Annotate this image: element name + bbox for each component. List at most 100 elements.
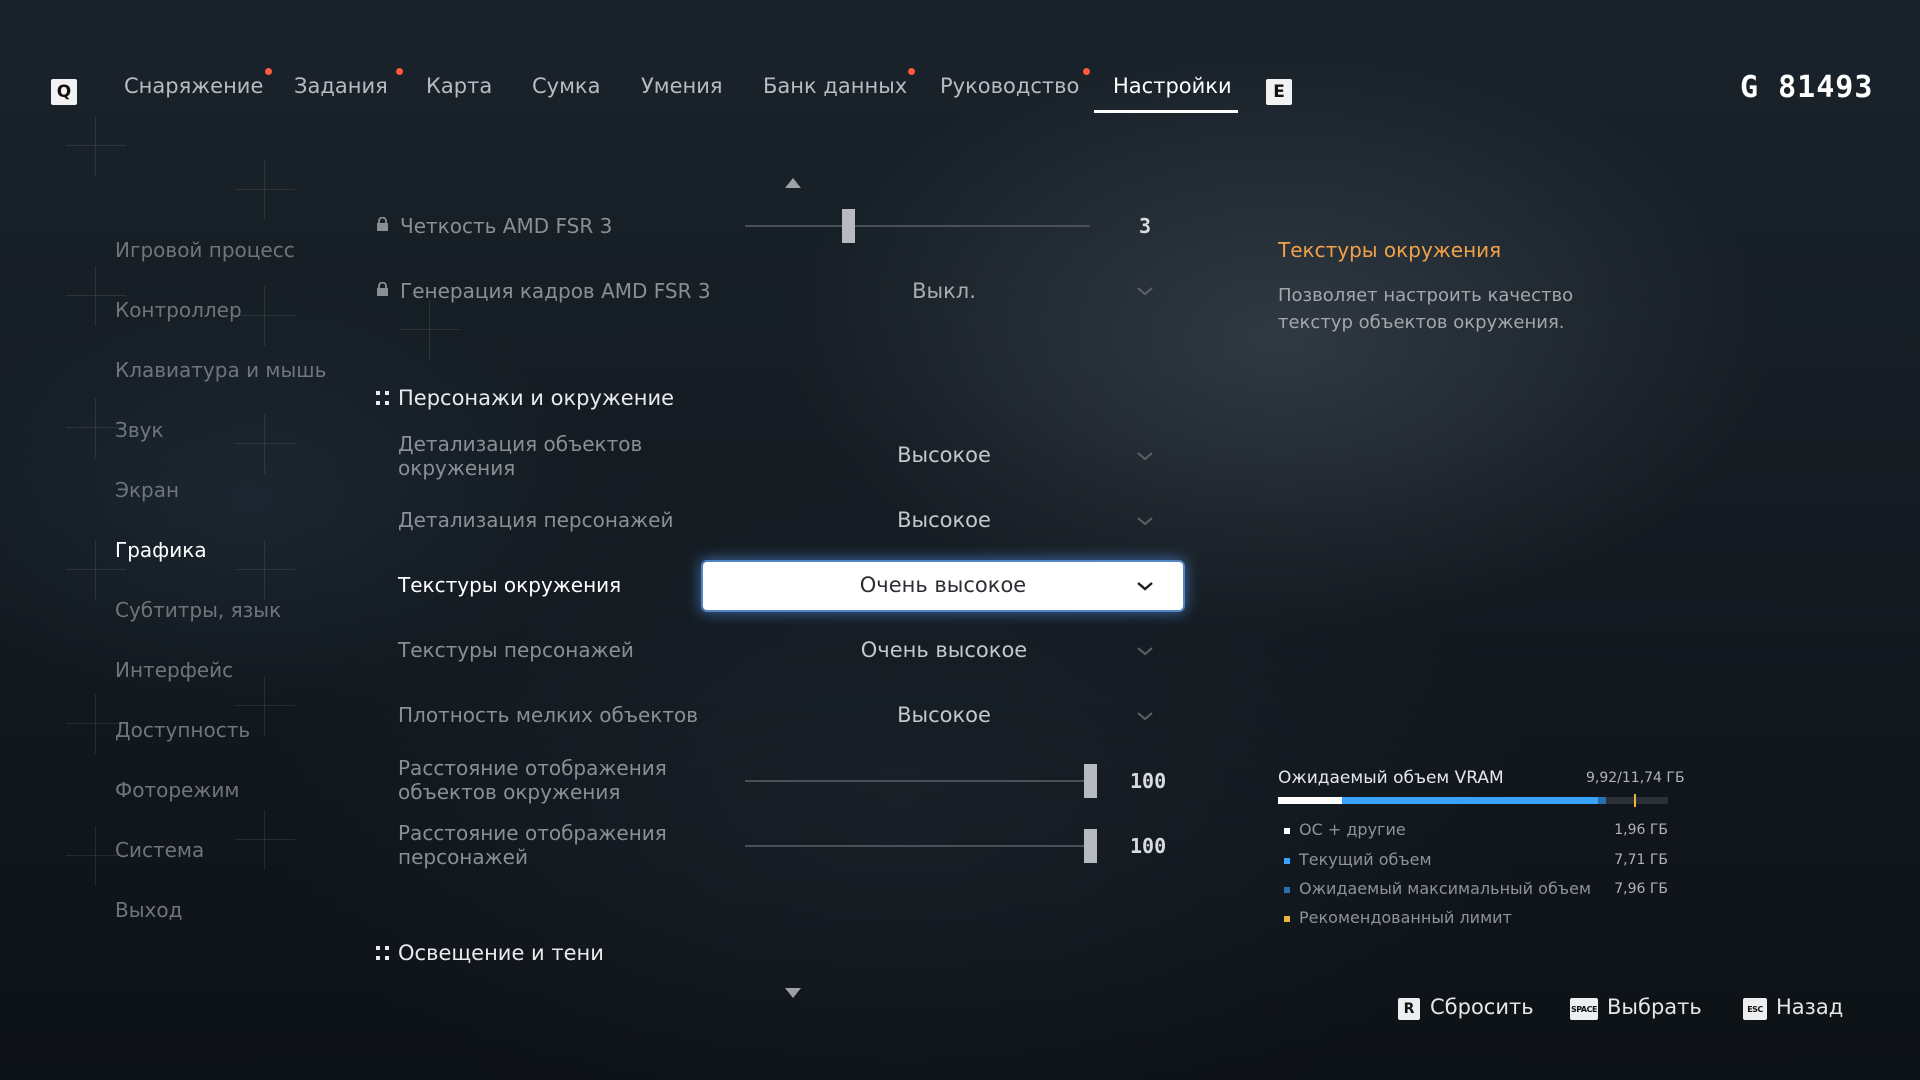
chevron-down-icon <box>1137 452 1153 461</box>
sidebar-item-interface[interactable]: Интерфейс <box>115 658 233 682</box>
env-textures-label: Текстуры окружения <box>398 573 622 597</box>
char-detail-dropdown[interactable]: Высокое <box>709 508 1179 532</box>
vram-unit: ГБ <box>1649 822 1668 838</box>
chevron-down-icon <box>1137 647 1153 656</box>
section-icon <box>376 391 390 407</box>
env-distance-label-line2: объектов окружения <box>398 780 621 804</box>
lock-icon <box>377 217 388 231</box>
vram-unit: ГБ <box>1666 770 1685 786</box>
tab-quests[interactable]: Задания <box>294 74 388 98</box>
chevron-down-icon <box>1137 712 1153 721</box>
vram-unit: ГБ <box>1649 881 1668 897</box>
vram-usage-bar <box>1278 794 1668 807</box>
legend-os-label: ОС + другие <box>1299 820 1406 839</box>
env-distance-label-line1: Расстояние отображения <box>398 756 667 780</box>
back-button[interactable]: Назад <box>1776 995 1843 1019</box>
sidebar-item-keyboard-mouse[interactable]: Клавиатура и мышь <box>115 358 326 382</box>
sidebar-item-system[interactable]: Система <box>115 838 204 862</box>
vram-title: Ожидаемый объем VRAM <box>1278 768 1504 788</box>
legend-max-label: Ожидаемый максимальный объем <box>1299 879 1592 898</box>
tab-databank[interactable]: Банк данных <box>763 74 907 98</box>
notification-dot <box>908 68 915 75</box>
sidebar-item-photomode[interactable]: Фоторежим <box>115 778 239 802</box>
legend-current-label: Текущий объем <box>1299 850 1432 869</box>
scroll-up-arrow[interactable] <box>785 178 801 188</box>
sidebar-item-subtitles-language[interactable]: Субтитры, язык <box>115 598 281 622</box>
legend-os-number: 1,96 <box>1614 822 1646 838</box>
legend-max-value: 7,96 ГБ <box>1580 881 1668 897</box>
sidebar-item-accessibility[interactable]: Доступность <box>115 718 250 742</box>
vram-current-segment <box>1342 797 1598 804</box>
decor-crosshair <box>66 116 126 176</box>
fsr-sharpness-label: Четкость AMD FSR 3 <box>400 214 613 238</box>
fsr-sharpness-slider[interactable] <box>745 225 1090 227</box>
legend-limit-label: Рекомендованный лимит <box>1299 908 1512 927</box>
slider-handle[interactable] <box>1083 829 1097 863</box>
char-distance-value: 100 <box>1130 834 1167 858</box>
section-lighting-shadows: Освещение и тени <box>398 941 604 965</box>
env-textures-dropdown[interactable]: Очень высокое <box>703 562 1183 610</box>
tab-guide[interactable]: Руководство <box>940 74 1079 98</box>
tab-equipment[interactable]: Снаряжение <box>124 74 263 98</box>
esc-key-icon: ESC <box>1743 998 1767 1020</box>
char-distance-label: Расстояние отображения персонажей <box>398 821 667 869</box>
small-density-dropdown[interactable]: Высокое <box>709 703 1179 727</box>
sidebar-item-controller[interactable]: Контроллер <box>115 298 242 322</box>
lock-icon <box>377 282 388 296</box>
tab-settings[interactable]: Настройки <box>1113 74 1232 98</box>
decor-crosshair <box>235 810 295 870</box>
tab-bag[interactable]: Сумка <box>532 74 601 98</box>
prev-tab-key[interactable]: Q <box>51 79 77 105</box>
env-detail-label: Детализация объектов окружения <box>398 432 642 480</box>
char-textures-dropdown[interactable]: Очень высокое <box>709 638 1179 662</box>
env-distance-value: 100 <box>1130 769 1167 793</box>
scroll-down-arrow[interactable] <box>785 988 801 998</box>
tab-map[interactable]: Карта <box>426 74 492 98</box>
decor-crosshair <box>400 300 460 360</box>
env-textures-value: Очень высокое <box>859 573 1027 597</box>
env-detail-label-line1: Детализация объектов <box>398 432 643 456</box>
sidebar-item-sound[interactable]: Звук <box>115 418 164 442</box>
vram-os-segment <box>1278 797 1342 804</box>
info-description: Позволяет настроить качество текстур объ… <box>1278 285 1574 333</box>
legend-square <box>1284 858 1290 864</box>
slider-handle[interactable] <box>842 209 855 243</box>
env-detail-dropdown[interactable]: Высокое <box>709 443 1179 467</box>
char-distance-label-line2: персонажей <box>398 845 528 869</box>
reset-button[interactable]: Сбросить <box>1430 995 1534 1019</box>
decor-crosshair <box>235 414 295 474</box>
info-title: Текстуры окружения <box>1278 238 1502 262</box>
sidebar-item-screen[interactable]: Экран <box>115 478 179 502</box>
legend-max-number: 7,96 <box>1614 881 1646 897</box>
currency-counter: G 81493 <box>1740 70 1874 105</box>
decor-crosshair <box>235 160 295 220</box>
legend-current-value: 7,71 ГБ <box>1580 852 1668 868</box>
decor-crosshair <box>235 286 295 346</box>
legend-os-value: 1,96 ГБ <box>1580 822 1668 838</box>
fsr-framegen-dropdown[interactable]: Выкл. <box>709 279 1179 303</box>
select-button[interactable]: Выбрать <box>1607 995 1702 1019</box>
notification-dot <box>1083 68 1090 75</box>
notification-dot <box>396 68 403 75</box>
legend-square <box>1284 916 1290 922</box>
next-tab-key[interactable]: E <box>1266 79 1292 105</box>
char-distance-slider[interactable] <box>745 845 1090 847</box>
chevron-down-icon <box>1137 517 1153 526</box>
chevron-down-icon <box>1137 287 1153 296</box>
slider-handle[interactable] <box>1083 764 1097 798</box>
char-detail-label: Детализация персонажей <box>398 508 674 532</box>
char-distance-label-line1: Расстояние отображения <box>398 821 667 845</box>
decor-crosshair <box>235 540 295 600</box>
vram-max-segment <box>1598 797 1606 804</box>
sidebar-item-graphics[interactable]: Графика <box>115 538 207 562</box>
env-distance-slider[interactable] <box>745 780 1090 782</box>
tab-skills[interactable]: Умения <box>641 74 723 98</box>
chevron-down-icon <box>1137 582 1153 591</box>
fsr-sharpness-value: 3 <box>1139 214 1152 238</box>
sidebar-item-exit[interactable]: Выход <box>115 898 182 922</box>
legend-square <box>1284 887 1290 893</box>
vram-total: 9,92/11,74 ГБ <box>1586 770 1685 786</box>
section-icon <box>376 946 390 962</box>
sidebar-item-gameplay[interactable]: Игровой процесс <box>115 238 295 262</box>
char-textures-label: Текстуры персонажей <box>398 638 634 662</box>
